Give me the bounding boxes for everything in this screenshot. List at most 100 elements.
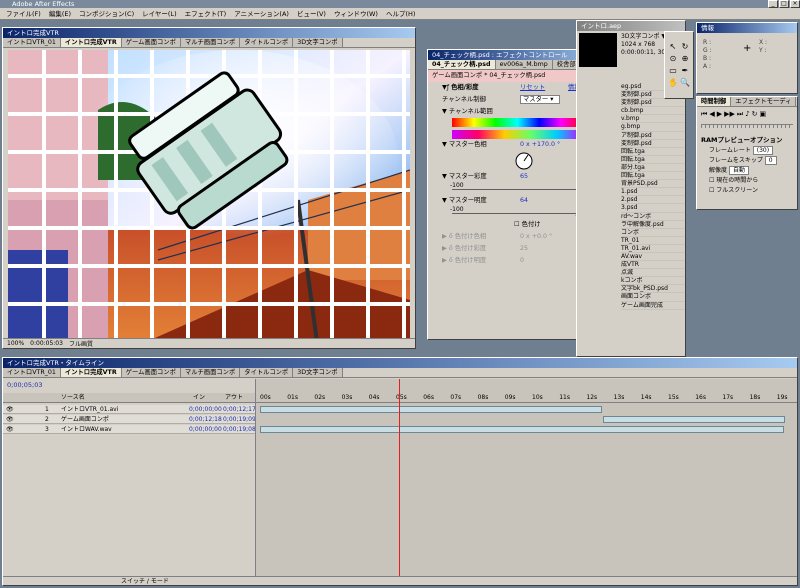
layer-name[interactable]: イントロWAV.wav: [61, 425, 112, 434]
master-saturation-value[interactable]: 65: [520, 171, 528, 183]
master-hue-value[interactable]: 0 x +170.0 °: [520, 139, 560, 151]
prev-frame-icon[interactable]: ◀: [709, 110, 714, 119]
project-item[interactable]: 変制御.psd: [621, 99, 685, 108]
eye-icon[interactable]: 👁: [6, 425, 14, 434]
tab-1[interactable]: ev006a_M.bmp: [495, 60, 553, 69]
layer-in-point[interactable]: 0;00;00;00: [189, 425, 222, 434]
next-frame-icon[interactable]: ▶▶: [724, 110, 735, 119]
tab-0[interactable]: イントロVTR_01: [3, 38, 61, 47]
resolution-select[interactable]: フル画質: [69, 339, 93, 348]
layer-duration-bar[interactable]: [260, 426, 785, 433]
tab-1[interactable]: イントロ完成VTR: [60, 368, 122, 377]
layer-row[interactable]: 👁 1 イントロVTR_01.avi 0;00;00;00 0;00;12;17: [3, 405, 256, 414]
reset-link[interactable]: リセット: [520, 82, 545, 94]
project-item[interactable]: cb.bmp: [621, 107, 685, 116]
tab-4[interactable]: タイトルコンポ: [240, 368, 294, 377]
project-item[interactable]: kコンポ: [621, 277, 685, 286]
expand-arrow-icon[interactable]: ▼: [442, 173, 449, 180]
menu-item-8[interactable]: ヘルプ(H): [382, 8, 419, 20]
project-item[interactable]: 成VTR: [621, 261, 685, 270]
project-item[interactable]: 背景PSD.psd: [621, 180, 685, 189]
fullscreen-checkbox[interactable]: ☐ フルスクリーン: [709, 186, 797, 196]
menu-item-7[interactable]: ウィンドウ(W): [330, 8, 382, 20]
maximize-icon[interactable]: □: [779, 0, 789, 8]
project-item[interactable]: 2.psd: [621, 196, 685, 205]
project-item[interactable]: g.bmp: [621, 123, 685, 132]
zoom-level[interactable]: 100%: [7, 340, 24, 347]
tab-0[interactable]: 時間制御: [697, 97, 732, 106]
project-item[interactable]: 文字bk_PSD.psd: [621, 285, 685, 294]
comp-timecode[interactable]: 0:00:05:03: [30, 340, 63, 347]
menu-item-2[interactable]: コンポジション(C): [75, 8, 138, 20]
menu-item-5[interactable]: アニメーション(A): [230, 8, 293, 20]
tab-2[interactable]: ゲーム画面コンポ: [121, 38, 181, 47]
expand-arrow-icon[interactable]: ▼: [442, 108, 449, 115]
menu-item-3[interactable]: レイヤー(L): [138, 8, 181, 20]
loop-icon[interactable]: ↻: [752, 110, 758, 119]
project-item[interactable]: AV.wav: [621, 253, 685, 262]
tab-3[interactable]: マルチ画面コンポ: [180, 38, 241, 47]
tab-1[interactable]: イントロ完成VTR: [60, 38, 122, 47]
layer-name[interactable]: イントロVTR_01.avi: [61, 405, 118, 414]
switches-modes-toggle[interactable]: スイッチ / モード: [121, 577, 169, 585]
menu-item-6[interactable]: ビュー(V): [293, 8, 330, 20]
menu-item-4[interactable]: エフェクト(T): [181, 8, 231, 20]
tab-0[interactable]: イントロVTR_01: [3, 368, 61, 377]
timeline-graph[interactable]: 00s 01s 02s 03s 04s 05s 06s 07s 08s 09s 10s 11s 12s 1…: [255, 379, 797, 577]
layer-name[interactable]: ゲーム画面コンポ: [61, 415, 109, 424]
master-lightness-value[interactable]: 64: [520, 195, 528, 207]
hue-dial-icon[interactable]: [514, 151, 534, 171]
layer-row[interactable]: 👁 3 イントロWAV.wav 0;00;00;00 0;00;19;08: [3, 425, 256, 434]
last-frame-icon[interactable]: ⏭: [737, 110, 743, 119]
orbit-camera-icon[interactable]: ⊙: [668, 54, 678, 64]
layer-row[interactable]: 👁 2 ゲーム画面コンポ 0;00;12;18 0;00;19;09: [3, 415, 256, 424]
tab-3[interactable]: マルチ画面コンポ: [180, 368, 241, 377]
fx-checkbox-icon[interactable]: ▼ƒ: [442, 84, 451, 91]
layer-in-point[interactable]: 0;00;12;18: [189, 415, 222, 424]
project-item[interactable]: 画面コンポ: [621, 293, 685, 302]
first-frame-icon[interactable]: ⏮: [701, 110, 707, 119]
audio-icon[interactable]: ♪: [745, 110, 749, 119]
zoom-tool-icon[interactable]: 🔍: [680, 78, 690, 88]
from-current-checkbox[interactable]: ☐ 現在の時間から: [709, 176, 797, 186]
rotate-tool-icon[interactable]: ↻: [680, 42, 690, 52]
tab-0[interactable]: 04_チェック柄.psd: [428, 60, 496, 69]
project-item[interactable]: 回転.tga: [621, 148, 685, 156]
tab-5[interactable]: 3D文字コンポ: [293, 38, 343, 47]
menu-item-0[interactable]: ファイル(F): [2, 8, 45, 20]
project-item[interactable]: 回転.tga: [621, 172, 685, 181]
project-item[interactable]: 変制御.psd: [621, 140, 685, 148]
eye-icon[interactable]: 👁: [6, 415, 14, 424]
project-item[interactable]: 点滅: [621, 269, 685, 278]
layer-duration-bar[interactable]: [260, 406, 602, 413]
jog-shuttle[interactable]: [701, 124, 793, 128]
layer-out-point[interactable]: 0;00;19;09: [223, 415, 256, 424]
time-ruler[interactable]: 00s 01s 02s 03s 04s 05s 06s 07s 08s 09s 10s 11s 12s 1…: [256, 393, 797, 403]
expand-arrow-icon[interactable]: ▼: [442, 141, 449, 148]
pan-behind-icon[interactable]: ⊕: [680, 54, 690, 64]
layer-duration-bar[interactable]: [602, 416, 785, 423]
project-item[interactable]: ア制御.psd: [621, 132, 685, 140]
layer-out-point[interactable]: 0;00;12;17: [223, 405, 256, 414]
pen-tool-icon[interactable]: ✒: [680, 66, 690, 76]
colorize-checkbox[interactable]: ☐ 色付け: [514, 219, 541, 231]
project-item[interactable]: rd～コンポ: [621, 213, 685, 221]
hand-tool-icon[interactable]: ✋: [668, 78, 678, 88]
project-item[interactable]: TR_01: [621, 237, 685, 245]
channel-control-select[interactable]: マスター ▾: [520, 95, 560, 104]
comp-viewer[interactable]: [8, 50, 410, 348]
project-item[interactable]: コンポ: [621, 229, 685, 237]
project-item[interactable]: v.bmp: [621, 115, 685, 124]
expand-arrow-icon[interactable]: ▼: [442, 197, 449, 204]
current-time-display[interactable]: 0;00;05;03: [7, 381, 43, 389]
selection-tool-icon[interactable]: ↖: [668, 42, 678, 52]
tab-1[interactable]: エフェクトモーディ: [731, 97, 797, 106]
project-item[interactable]: 回転.tga: [621, 156, 685, 164]
tab-5[interactable]: 3D文字コンポ: [293, 368, 343, 377]
minimize-icon[interactable]: _: [768, 0, 778, 8]
current-time-indicator[interactable]: [398, 379, 400, 577]
ram-preview-icon[interactable]: ▣: [760, 110, 767, 119]
tab-2[interactable]: ゲーム画面コンポ: [121, 368, 181, 377]
project-item[interactable]: 3.psd: [621, 204, 685, 213]
layer-out-point[interactable]: 0;00;19;08: [223, 425, 256, 434]
